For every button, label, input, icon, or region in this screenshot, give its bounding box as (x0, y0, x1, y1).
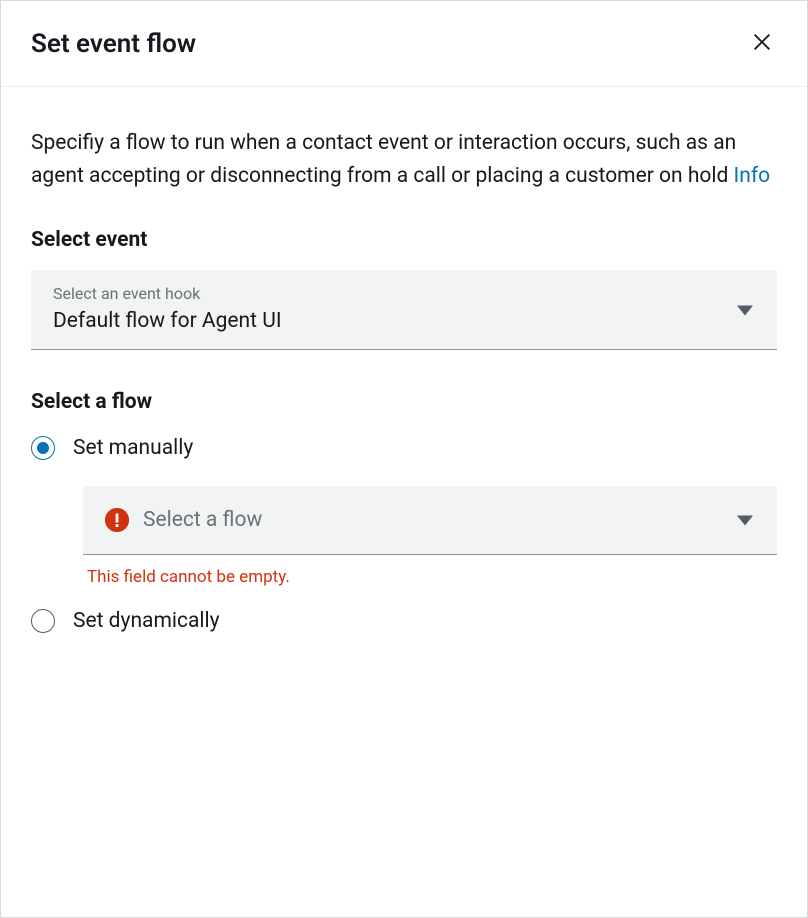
flow-mode-radio-group: Set manually Select a flow (31, 432, 777, 655)
radio-set-manually[interactable]: Set manually (31, 432, 777, 464)
radio-icon (31, 609, 55, 633)
radio-item-manual: Set manually Select a flow (31, 432, 777, 587)
close-button[interactable] (747, 27, 777, 60)
radio-icon (31, 436, 55, 460)
error-icon (105, 508, 129, 532)
flow-select[interactable]: Select a flow (83, 486, 777, 555)
chevron-down-icon (737, 511, 753, 530)
radio-label-dynamic: Set dynamically (73, 609, 220, 633)
set-event-flow-panel: Set event flow Specifiy a flow to run wh… (0, 0, 808, 918)
flow-select-placeholder: Select a flow (143, 508, 262, 532)
panel-header: Set event flow (1, 1, 807, 87)
panel-body: Specifiy a flow to run when a contact ev… (1, 87, 807, 685)
radio-dot (37, 442, 49, 454)
radio-label-manual: Set manually (73, 436, 193, 460)
error-message: This field cannot be empty. (87, 567, 777, 587)
event-hook-value: Default flow for Agent UI (53, 309, 755, 333)
radio-item-dynamic: Set dynamically (31, 605, 777, 637)
select-flow-label: Select a flow (31, 390, 777, 414)
info-link[interactable]: Info (734, 164, 771, 188)
panel-description: Specifiy a flow to run when a contact ev… (31, 127, 777, 192)
chevron-down-icon (737, 300, 753, 319)
description-text: Specifiy a flow to run when a contact ev… (31, 131, 736, 188)
close-icon (751, 31, 773, 56)
event-hook-small-label: Select an event hook (53, 284, 755, 303)
select-event-label: Select event (31, 228, 777, 252)
radio-set-dynamically[interactable]: Set dynamically (31, 605, 777, 637)
panel-title: Set event flow (31, 29, 196, 59)
manual-flow-section: Select a flow This field cannot be empty… (83, 486, 777, 587)
event-hook-select[interactable]: Select an event hook Default flow for Ag… (31, 270, 777, 350)
